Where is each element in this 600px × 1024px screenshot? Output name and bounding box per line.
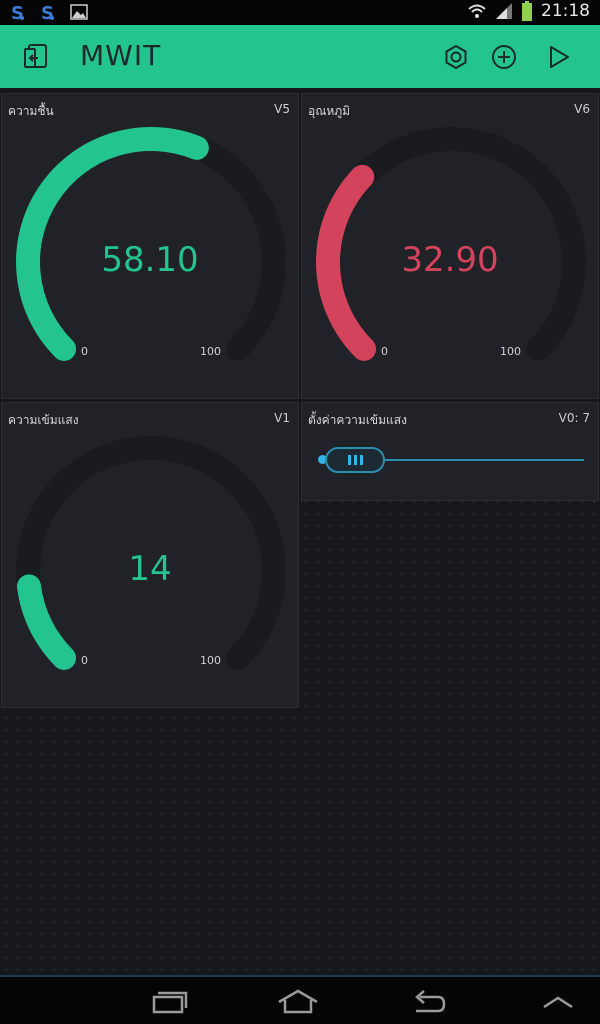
app-notification-icon: S: [41, 3, 54, 21]
gauge-max-label: 100: [500, 345, 521, 358]
wifi-icon: [468, 4, 486, 18]
status-bar: S S 21:18: [0, 0, 600, 25]
add-icon: [492, 45, 516, 69]
grip-line: [347, 455, 351, 465]
settings-icon: [445, 44, 467, 70]
add-widget-button[interactable]: [486, 39, 522, 75]
recent-apps-button[interactable]: [146, 985, 190, 1017]
play-icon: [550, 46, 569, 68]
light-gauge-widget[interactable]: ความเข้มแสง V1 14 0 100: [1, 402, 299, 708]
navigation-bar: [0, 977, 600, 1024]
app-bar: MWIT: [0, 25, 600, 88]
back-icon: [415, 990, 446, 1013]
up-icon: [543, 996, 573, 1009]
slider-handle[interactable]: [325, 447, 385, 473]
humidity-gauge-widget[interactable]: ความชื้น V5 58.10 0 100: [1, 93, 299, 399]
signal-icon: [496, 3, 512, 19]
back-to-projects-button[interactable]: [18, 39, 54, 75]
grip-line: [353, 455, 357, 465]
gauge-max-label: 100: [200, 345, 221, 358]
gauge-value: 14: [128, 549, 172, 589]
light-setting-slider-widget[interactable]: ตั้งค่าความเข้มแสง V0: 7: [301, 402, 599, 501]
gauge-min-label: 0: [81, 345, 88, 358]
gauge-value: 58.10: [101, 240, 199, 280]
gauge-fill: [16, 574, 77, 670]
app-notification-icon: S: [11, 3, 24, 21]
temperature-gauge-widget[interactable]: อุณหภูมิ V6 32.90 0 100: [301, 93, 599, 399]
image-icon: [70, 4, 88, 20]
gauge-max-label: 100: [200, 654, 221, 667]
home-icon: [278, 989, 318, 1014]
home-button[interactable]: [276, 985, 320, 1017]
back-button[interactable]: [406, 985, 450, 1017]
grip-line: [359, 455, 363, 465]
battery-icon: [522, 1, 532, 21]
gauge-min-label: 0: [381, 345, 388, 358]
exit-project-icon: [24, 44, 47, 68]
widget-pin-value: V0: 7: [558, 411, 590, 425]
widget-label: ตั้งค่าความเข้มแสง: [308, 413, 407, 427]
up-button[interactable]: [536, 985, 580, 1017]
gauge-min-label: 0: [81, 654, 88, 667]
recent-apps-icon: [152, 991, 188, 1014]
settings-button[interactable]: [438, 39, 474, 75]
play-button[interactable]: [541, 39, 577, 75]
page-title: MWIT: [80, 39, 162, 72]
gauge-value: 32.90: [401, 240, 499, 280]
clock: 21:18: [541, 1, 590, 21]
